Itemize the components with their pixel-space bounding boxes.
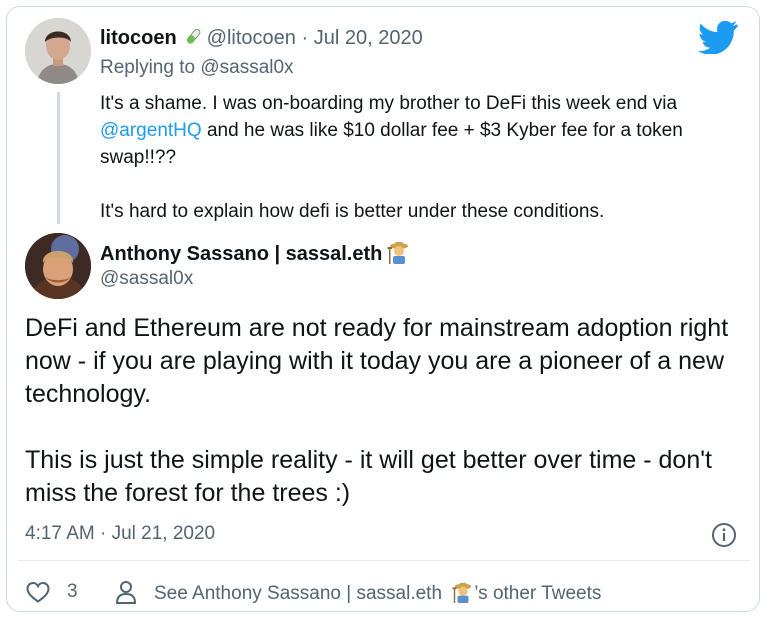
main-paragraph-1: DeFi and Ethereum are not ready for main… bbox=[25, 314, 729, 408]
test-tube-icon bbox=[186, 28, 201, 44]
reply-header: litocoen @litocoen · Jul 20, 2020 bbox=[100, 26, 423, 50]
replying-prefix: Replying to bbox=[100, 57, 196, 78]
see-suffix: ’s other Tweets bbox=[474, 583, 602, 604]
main-tweet-text: DeFi and Ethereum are not ready for main… bbox=[25, 312, 745, 510]
main-display-name[interactable]: Anthony Sassano | sassal.eth bbox=[100, 243, 382, 265]
see-other-tweets-link[interactable]: See Anthony Sassano | sassal.eth ’s othe… bbox=[154, 581, 601, 605]
heart-icon[interactable] bbox=[25, 580, 51, 604]
mention-link[interactable]: @argentHQ bbox=[100, 120, 202, 141]
farmer-icon bbox=[387, 242, 409, 264]
reply-tweet-text: It's a shame. I was on-boarding my broth… bbox=[100, 90, 740, 225]
person-icon bbox=[115, 581, 137, 604]
info-icon[interactable] bbox=[711, 522, 737, 548]
litocoen-avatar[interactable] bbox=[25, 18, 91, 84]
reply-date[interactable]: Jul 20, 2020 bbox=[314, 27, 423, 49]
sassal-avatar[interactable] bbox=[25, 233, 91, 299]
reply-handle[interactable]: @litocoen bbox=[207, 27, 296, 49]
replying-handle[interactable]: @sassal0x bbox=[200, 57, 293, 78]
main-display-name-row: Anthony Sassano | sassal.eth bbox=[100, 240, 411, 266]
meta-separator: · bbox=[301, 27, 309, 49]
like-count[interactable]: 3 bbox=[67, 581, 78, 603]
reply-paragraph-2: It's hard to explain how defi is better … bbox=[100, 201, 605, 222]
see-prefix: See Anthony Sassano | sassal.eth bbox=[154, 583, 443, 604]
tweet-timestamp[interactable]: 4:17 AM · Jul 21, 2020 bbox=[25, 523, 215, 545]
reply-text-part: It's a shame. I was on-boarding my broth… bbox=[100, 93, 678, 114]
reply-paragraph-1: It's a shame. I was on-boarding my broth… bbox=[100, 90, 740, 171]
main-handle[interactable]: @sassal0x bbox=[100, 268, 193, 290]
reply-display-name[interactable]: litocoen bbox=[100, 27, 177, 49]
main-paragraph-2: This is just the simple reality - it wil… bbox=[25, 446, 712, 507]
twitter-bird-icon[interactable] bbox=[698, 20, 738, 54]
divider bbox=[18, 560, 750, 561]
thread-line bbox=[57, 92, 60, 224]
replying-to: Replying to @sassal0x bbox=[100, 57, 294, 79]
farmer-icon bbox=[452, 582, 472, 603]
